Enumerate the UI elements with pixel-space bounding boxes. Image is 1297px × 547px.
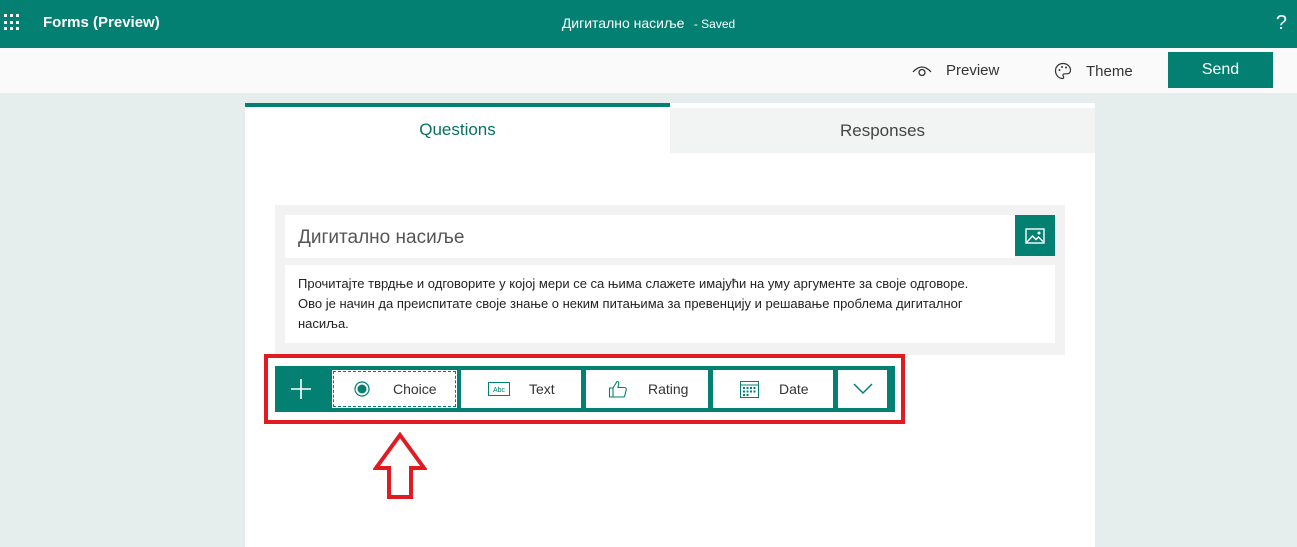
- theme-label: Theme: [1086, 62, 1133, 80]
- date-question-button[interactable]: Date: [713, 370, 833, 408]
- insert-image-button[interactable]: [1015, 215, 1055, 256]
- choice-question-button[interactable]: Choice: [332, 370, 457, 408]
- palette-icon: [1054, 62, 1072, 80]
- svg-text:Abc: Abc: [493, 387, 506, 394]
- plus-icon: [291, 379, 311, 399]
- form-description-input[interactable]: Прочитајте тврдње и одговорите у којој м…: [285, 265, 1055, 343]
- rating-label: Rating: [648, 381, 689, 397]
- add-question-button[interactable]: [275, 366, 327, 412]
- text-question-button[interactable]: Abc Text: [461, 370, 581, 408]
- text-label: Text: [529, 381, 555, 397]
- saved-status: Saved: [701, 17, 736, 31]
- up-arrow-annotation: [373, 432, 427, 499]
- add-question-bar: Choice Abc Text Rating Date: [275, 366, 895, 412]
- more-question-types-button[interactable]: [838, 370, 887, 408]
- date-label: Date: [779, 381, 809, 397]
- form-header: Дигитално насиље Прочитајте тврдње и одг…: [275, 205, 1065, 355]
- eye-icon: [912, 65, 932, 76]
- description-line: насиља.: [298, 316, 349, 331]
- radio-icon: [354, 381, 370, 397]
- top-bar: Forms (Preview) Дигитално насиље - Saved…: [0, 0, 1297, 48]
- theme-button[interactable]: Theme: [1054, 62, 1133, 80]
- command-bar: Preview Theme Send: [0, 48, 1297, 93]
- calendar-icon: [740, 381, 759, 398]
- send-button[interactable]: Send: [1168, 52, 1273, 88]
- help-icon[interactable]: ?: [1276, 12, 1287, 35]
- chevron-down-icon: [853, 383, 873, 395]
- choice-label: Choice: [393, 381, 437, 397]
- description-line: Прочитајте тврдње и одговорите у којој м…: [298, 276, 969, 291]
- image-icon: [1025, 227, 1045, 244]
- document-title-text: Дигитално насиље: [561, 15, 685, 31]
- tab-questions[interactable]: Questions: [245, 103, 670, 153]
- text-abc-icon: Abc: [488, 382, 510, 396]
- form-title-input[interactable]: Дигитално насиље: [285, 215, 1015, 258]
- tab-responses[interactable]: Responses: [670, 108, 1095, 153]
- rating-question-button[interactable]: Rating: [586, 370, 708, 408]
- description-line: Ово је начин да преиспитате своје знање …: [298, 296, 963, 311]
- preview-label: Preview: [946, 62, 1000, 79]
- thumbs-up-icon: [608, 380, 627, 398]
- preview-button[interactable]: Preview: [912, 62, 999, 79]
- document-title: Дигитално насиље - Saved: [561, 15, 736, 31]
